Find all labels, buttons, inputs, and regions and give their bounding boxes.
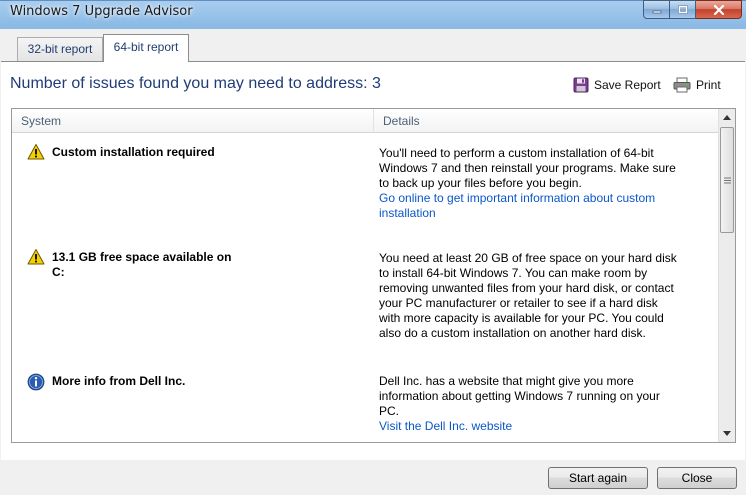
- column-header-system[interactable]: System: [12, 109, 374, 133]
- issue-row[interactable]: Custom installation required You'll need…: [12, 133, 718, 238]
- report-panel: Number of issues found you may need to a…: [1, 61, 745, 489]
- window-controls: [643, 0, 742, 19]
- custom-installation-info-link[interactable]: Go online to get important information a…: [379, 191, 679, 221]
- issue-detail-text: You'll need to perform a custom installa…: [379, 146, 676, 190]
- scrollbar-thumb[interactable]: [720, 127, 734, 233]
- print-button[interactable]: Print: [673, 77, 721, 93]
- column-header-details[interactable]: Details: [374, 109, 718, 133]
- issue-detail: You need at least 20 GB of free space on…: [379, 251, 677, 340]
- window-close-button[interactable]: [696, 0, 742, 19]
- warning-icon: [27, 144, 45, 160]
- vertical-scrollbar[interactable]: [718, 109, 735, 442]
- issue-detail: Dell Inc. has a website that might give …: [379, 374, 679, 434]
- title-bar[interactable]: Windows 7 Upgrade Advisor: [0, 0, 746, 29]
- arrow-down-icon: [723, 431, 731, 436]
- list-header: System Details: [12, 109, 718, 133]
- page-title: Number of issues found you may need to a…: [10, 75, 381, 92]
- issue-row[interactable]: 13.1 GB free space available on C: You n…: [12, 239, 718, 359]
- window-title: Windows 7 Upgrade Advisor: [10, 4, 193, 19]
- arrow-up-icon: [723, 115, 731, 120]
- printer-icon: [673, 77, 691, 93]
- issue-title: Custom installation required: [52, 145, 215, 159]
- issue-row[interactable]: More info from Dell Inc. Dell Inc. has a…: [12, 359, 718, 442]
- info-icon: [27, 373, 45, 391]
- print-label: Print: [696, 78, 721, 92]
- scroll-down-button[interactable]: [719, 425, 735, 442]
- save-report-label: Save Report: [594, 78, 661, 92]
- issue-title: 13.1 GB free space available on C:: [52, 250, 232, 279]
- close-icon: [713, 4, 724, 15]
- minimize-button[interactable]: [643, 0, 670, 19]
- issue-rows: Custom installation required You'll need…: [12, 133, 718, 442]
- minimize-icon: [652, 10, 661, 13]
- maximize-button[interactable]: [670, 0, 696, 19]
- scroll-up-button[interactable]: [719, 109, 735, 126]
- issue-detail: You'll need to perform a custom installa…: [379, 146, 679, 221]
- client-area: 32-bit report 64-bit report Number of is…: [0, 29, 746, 495]
- grip-icon: [723, 177, 731, 183]
- issues-list[interactable]: System Details Custom installation requi…: [11, 108, 736, 443]
- floppy-disk-icon: [573, 77, 589, 93]
- issue-detail-text: Dell Inc. has a website that might give …: [379, 374, 660, 418]
- save-report-button[interactable]: Save Report: [573, 77, 661, 93]
- warning-icon: [27, 249, 45, 265]
- start-again-button[interactable]: Start again: [548, 467, 648, 489]
- dell-website-link[interactable]: Visit the Dell Inc. website: [379, 419, 679, 434]
- maximize-icon: [677, 5, 688, 14]
- tab-strip: 32-bit report 64-bit report: [0, 29, 746, 62]
- close-button[interactable]: Close: [657, 467, 737, 489]
- issue-title: More info from Dell Inc.: [52, 374, 186, 388]
- dialog-footer: Start again Close: [0, 460, 746, 495]
- upgrade-advisor-window: Windows 7 Upgrade Advisor 32-bit report …: [0, 0, 746, 495]
- tab-64-bit-report[interactable]: 64-bit report: [103, 34, 189, 62]
- tab-32-bit-report[interactable]: 32-bit report: [17, 37, 103, 61]
